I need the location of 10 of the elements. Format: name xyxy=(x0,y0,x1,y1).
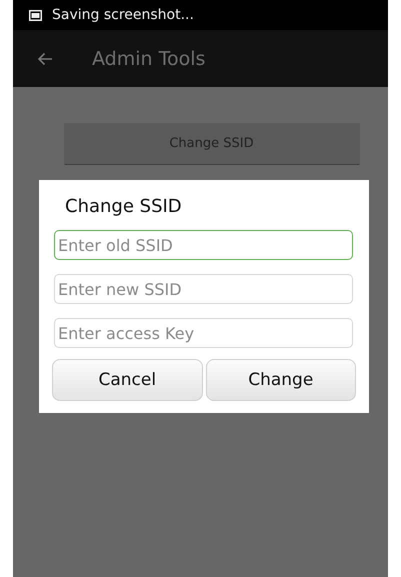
change-button[interactable]: Change xyxy=(206,359,356,401)
cancel-button[interactable]: Cancel xyxy=(52,359,202,401)
dialog-title: Change SSID xyxy=(64,195,183,219)
notification-text: Saving screenshot... xyxy=(52,7,194,23)
back-arrow-icon[interactable] xyxy=(37,52,53,66)
app-title: Admin Tools xyxy=(92,48,206,70)
input-field[interactable]: Enter old SSID xyxy=(54,230,353,260)
input-field[interactable]: Enter access Key xyxy=(54,318,353,348)
image-icon xyxy=(29,10,42,20)
input-field[interactable]: Enter new SSID xyxy=(54,274,353,304)
